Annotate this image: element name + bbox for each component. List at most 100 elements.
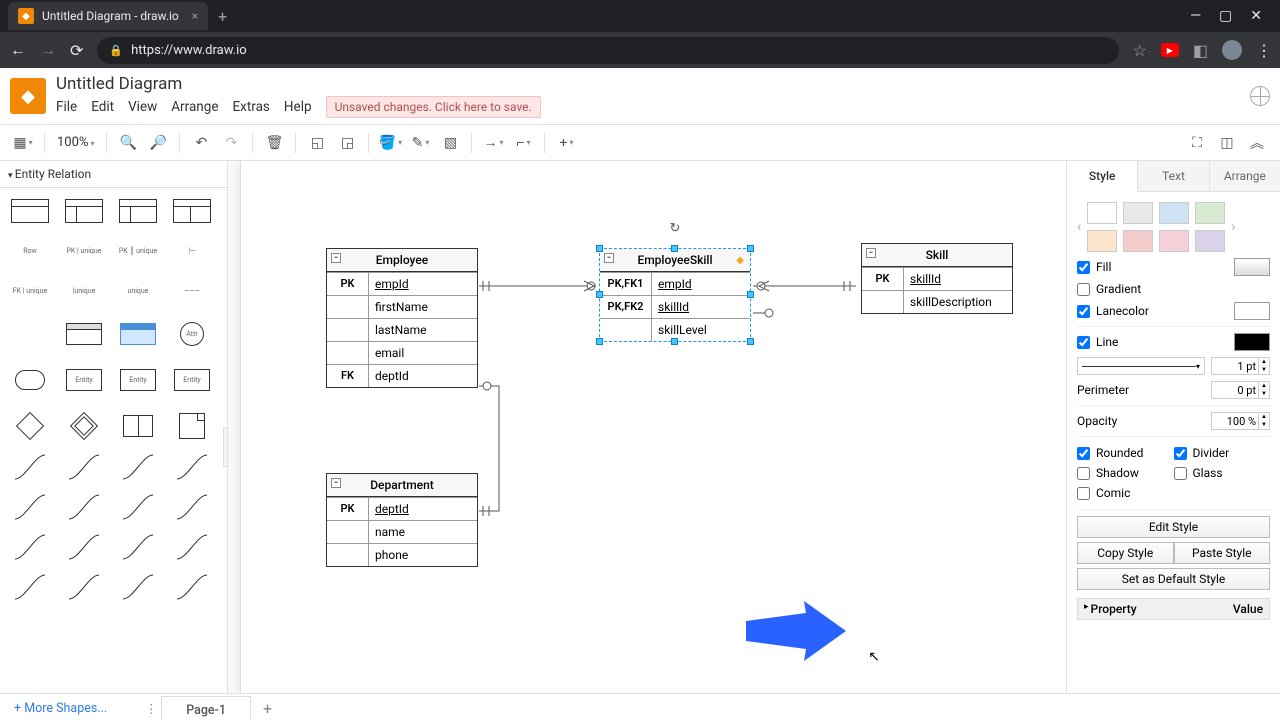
spinner-down-icon[interactable]: ▼ <box>1259 366 1269 374</box>
shape-connector[interactable] <box>8 492 52 522</box>
property-section-header[interactable]: Property Value <box>1077 598 1270 620</box>
shape-pk-unique[interactable]: PK | unique <box>62 236 106 266</box>
entity-employee[interactable]: −Employee PKempId firstName lastName ema… <box>326 248 478 388</box>
shape-connector[interactable] <box>8 532 52 562</box>
shape-titled-rect[interactable] <box>62 316 106 352</box>
shape-connector[interactable] <box>62 572 106 602</box>
sidebar-section-header[interactable]: Entity Relation <box>0 161 227 188</box>
shape-connector[interactable] <box>116 532 160 562</box>
menu-help[interactable]: Help <box>284 99 312 115</box>
shape-note[interactable] <box>170 408 214 444</box>
tab-arrange[interactable]: Arrange <box>1210 161 1280 191</box>
collapse-icon[interactable]: − <box>866 248 876 258</box>
color-swatch[interactable] <box>1087 202 1117 224</box>
spinner-up-icon[interactable]: ▲ <box>1259 358 1269 366</box>
view-mode-button[interactable]: ▦ <box>10 130 36 156</box>
swatch-next-icon[interactable]: › <box>1231 219 1235 235</box>
lanecolor-checkbox[interactable] <box>1077 305 1090 318</box>
shape-connector[interactable] <box>170 492 214 522</box>
opacity-input[interactable]: 100 % <box>1211 412 1259 430</box>
canvas[interactable]: −Employee PKempId firstName lastName ema… <box>228 161 1066 693</box>
undo-icon[interactable]: ↶ <box>188 130 214 156</box>
shadow-icon[interactable]: ▧ <box>437 130 463 156</box>
waypoint-icon[interactable]: ⌐ <box>510 130 536 156</box>
line-width-input[interactable]: 1 pt <box>1211 357 1259 375</box>
shape-entity-3[interactable]: Entity <box>170 362 214 398</box>
shape-table-1[interactable] <box>8 196 52 226</box>
tab-close-icon[interactable]: × <box>192 9 198 23</box>
color-swatch[interactable] <box>1159 202 1189 224</box>
format-panel-icon[interactable]: ◫ <box>1214 130 1240 156</box>
pages-menu-icon[interactable]: ⋮ <box>141 701 161 717</box>
redo-icon[interactable]: ↷ <box>218 130 244 156</box>
shape-pk-divider[interactable]: PK ║ unique <box>116 236 160 266</box>
line-color-box[interactable] <box>1234 333 1270 351</box>
shape-table-4[interactable] <box>170 196 214 226</box>
fill-checkbox[interactable] <box>1077 261 1090 274</box>
tab-style[interactable]: Style <box>1067 161 1138 192</box>
shape-multi-rect[interactable] <box>116 408 160 444</box>
fill-color-box[interactable] <box>1234 258 1270 276</box>
line-color-icon[interactable]: ✎ <box>407 130 433 156</box>
shadow-label[interactable]: Shadow <box>1096 466 1174 480</box>
line-label[interactable]: Line <box>1096 335 1228 349</box>
menu-file[interactable]: File <box>56 99 77 115</box>
insert-icon[interactable]: + <box>553 130 579 156</box>
browser-menu-icon[interactable]: ⋮ <box>1256 41 1270 60</box>
color-swatch[interactable] <box>1123 230 1153 252</box>
divider-checkbox[interactable] <box>1174 447 1187 460</box>
color-swatch[interactable] <box>1123 202 1153 224</box>
shape-connector[interactable] <box>170 452 214 482</box>
shape-connector[interactable] <box>62 532 106 562</box>
fullscreen-icon[interactable]: ⛶ <box>1184 130 1210 156</box>
spinner-up-icon[interactable]: ▲ <box>1259 382 1269 390</box>
browser-tab[interactable]: ◆ Untitled Diagram - draw.io × <box>8 2 208 30</box>
shape-fk-unique[interactable]: FK | unique <box>8 276 52 306</box>
gradient-checkbox[interactable] <box>1077 283 1090 296</box>
to-front-icon[interactable]: ◱ <box>304 130 330 156</box>
color-swatch[interactable] <box>1159 230 1189 252</box>
shape-connector[interactable] <box>62 452 106 482</box>
paste-style-button[interactable]: Paste Style <box>1174 542 1271 564</box>
rounded-label[interactable]: Rounded <box>1096 446 1174 460</box>
selection-handle[interactable] <box>596 291 603 298</box>
menu-arrange[interactable]: Arrange <box>171 99 218 115</box>
menu-edit[interactable]: Edit <box>91 99 114 115</box>
youtube-extension-icon[interactable]: ▶ <box>1161 43 1179 57</box>
shape-entity-1[interactable]: Entity <box>62 362 106 398</box>
color-swatch[interactable] <box>1195 230 1225 252</box>
spinner-down-icon[interactable]: ▼ <box>1259 390 1269 398</box>
entity-department[interactable]: −Department PKdeptId name phone <box>326 473 478 567</box>
delete-icon[interactable]: 🗑 <box>261 130 287 156</box>
selection-handle[interactable] <box>596 245 603 252</box>
shape-connector[interactable] <box>116 572 160 602</box>
spinner-up-icon[interactable]: ▲ <box>1259 413 1269 421</box>
color-swatch[interactable] <box>1195 202 1225 224</box>
shape-connector[interactable] <box>62 492 106 522</box>
shape-connector[interactable] <box>116 492 160 522</box>
shape-connector[interactable] <box>170 572 214 602</box>
unsaved-changes-button[interactable]: Unsaved changes. Click here to save. <box>326 96 541 118</box>
shape-connector[interactable] <box>8 452 52 482</box>
selection-handle[interactable] <box>747 338 754 345</box>
perimeter-input[interactable]: 0 pt <box>1211 381 1259 399</box>
rounded-checkbox[interactable] <box>1077 447 1090 460</box>
entity-skill[interactable]: −Skill PKskillId skillDescription <box>861 243 1013 314</box>
document-title[interactable]: Untitled Diagram <box>56 74 541 94</box>
shape-table-3[interactable] <box>116 196 160 226</box>
selection-handle[interactable] <box>747 245 754 252</box>
collapse-panel-icon[interactable]: ︽ <box>1244 130 1270 156</box>
lanecolor-box[interactable] <box>1234 302 1270 320</box>
window-close-icon[interactable]: ✕ <box>1250 8 1262 24</box>
to-back-icon[interactable]: ◲ <box>334 130 360 156</box>
divider-label[interactable]: Divider <box>1193 446 1271 460</box>
zoom-level[interactable]: 100% <box>53 135 98 150</box>
connection-icon[interactable]: → <box>480 130 506 156</box>
language-globe-icon[interactable] <box>1250 86 1270 106</box>
extension-icon[interactable]: ◧ <box>1193 41 1208 60</box>
add-page-button[interactable]: + <box>251 699 284 718</box>
nav-back-icon[interactable]: ← <box>10 40 26 60</box>
zoom-in-icon[interactable]: 🔍 <box>115 130 141 156</box>
shape-divider[interactable]: |— <box>170 236 214 266</box>
line-checkbox[interactable] <box>1077 336 1090 349</box>
